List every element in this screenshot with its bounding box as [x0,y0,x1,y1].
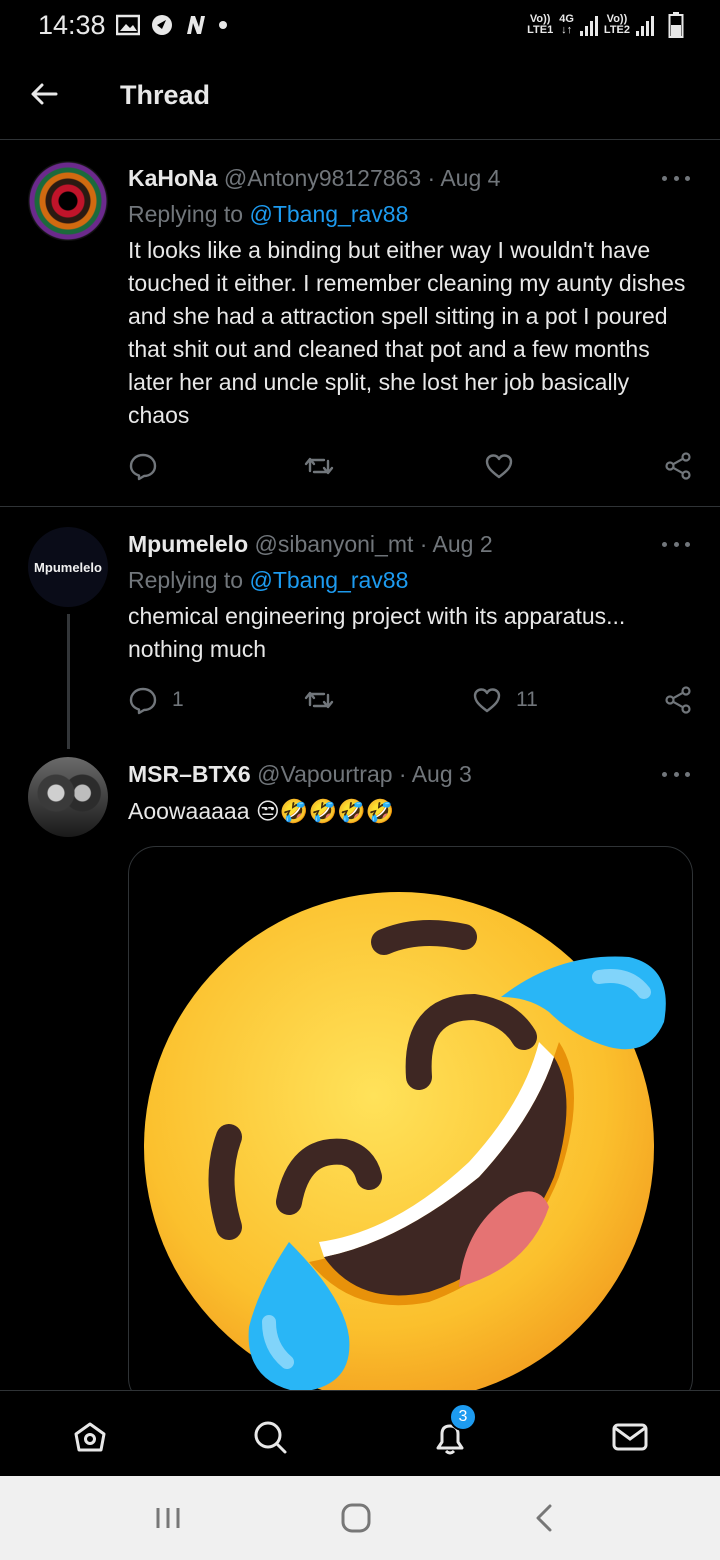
tweet-text: Aoowaaaaa 😒🤣🤣🤣🤣 [128,798,395,824]
status-time: 14:38 [38,10,106,40]
replying-to: Replying to @Tbang_rav88 [128,201,409,227]
like-button[interactable] [484,451,528,481]
tweet-media-image[interactable] [128,846,693,1406]
replying-handle-link[interactable]: @Tbang_rav88 [249,201,408,227]
messages-mail-icon[interactable] [610,1417,650,1457]
like-button[interactable]: 11 [472,685,538,715]
back-button-icon[interactable] [524,1498,564,1538]
author-line: MSR–BTX6 @Vapourtrap · Aug 3 [128,761,472,788]
recent-apps-icon[interactable] [148,1498,188,1538]
sim1-volte-icon: Vo)) LTE1 [527,13,554,36]
reply-button[interactable] [128,451,172,481]
heart-icon [473,688,501,713]
compass-icon [152,15,172,35]
battery-icon [668,12,684,38]
share-button[interactable] [663,451,693,481]
network-type-icon: 4G ↓↑ [559,13,574,36]
tweet-actions [128,451,693,487]
bottom-navigation [0,1390,720,1476]
tweet-text: It looks like a binding but either way I… [128,237,686,428]
more-options-button[interactable] [662,173,690,183]
thread-connector [67,614,70,749]
reply-button[interactable]: 1 [128,685,184,715]
system-navigation-bar [0,1476,720,1560]
reply-icon [129,453,157,481]
search-icon[interactable] [250,1417,290,1457]
more-options-button[interactable] [662,769,690,779]
n-app-icon [187,16,205,34]
more-options-button[interactable] [662,539,690,549]
like-count: 11 [516,688,538,711]
avatar-kahona[interactable] [28,161,108,241]
thread-header: Thread [0,52,720,140]
display-name[interactable]: MSR–BTX6 [128,761,251,787]
share-button[interactable] [663,685,693,715]
status-bar: 14:38 Vo)) LTE1 4G ↓↑ Vo)) LTE2 [0,0,720,52]
dot-icon [219,21,227,29]
replying-handle-link[interactable]: @Tbang_rav88 [249,567,408,593]
tweet-text: chemical engineering project with its ap… [128,603,626,662]
system-icons: Vo)) LTE1 4G ↓↑ Vo)) LTE2 [527,12,684,38]
handle-date: @sibanyoni_mt · Aug 2 [248,531,493,557]
notification-badge: 3 [449,1403,477,1431]
retweet-icon [304,457,334,475]
author-line: Mpumelelo @sibanyoni_mt · Aug 2 [128,531,493,558]
author-line: KaHoNa @Antony98127863 · Aug 4 [128,165,500,192]
sim2-volte-icon: Vo)) LTE2 [603,13,630,36]
display-name[interactable]: KaHoNa [128,165,217,191]
avatar-msr-btx6[interactable] [28,757,108,837]
home-icon[interactable] [70,1417,110,1457]
replying-to: Replying to @Tbang_rav88 [128,567,409,593]
retweet-icon [304,691,334,709]
share-icon [665,452,691,480]
handle-date: @Vapourtrap · Aug 3 [250,761,472,787]
tweet-actions: 1 11 [128,685,693,721]
display-name[interactable]: Mpumelelo [128,531,248,557]
tweet-mpumelelo[interactable]: Mpumelelo Mpumelelo @sibanyoni_mt · Aug … [0,507,720,750]
back-arrow-icon[interactable] [28,78,60,110]
notification-icons [116,13,228,37]
page-title: Thread [120,80,211,110]
reply-count: 1 [172,688,184,711]
retweet-button[interactable] [304,451,334,481]
avatar-mpumelelo[interactable]: Mpumelelo [28,527,108,607]
laughing-emoji-image [144,892,666,1402]
heart-icon [485,454,513,479]
tweet-kahona[interactable]: KaHoNa @Antony98127863 · Aug 4 Replying … [0,141,720,506]
retweet-button[interactable] [304,685,334,715]
handle-date: @Antony98127863 · Aug 4 [217,165,501,191]
reply-icon [129,687,157,715]
gallery-icon [116,14,140,36]
signal-bars-icon [579,14,598,36]
signal-bars-icon-2 [636,14,654,36]
share-icon [665,686,691,714]
home-button-icon[interactable] [336,1498,376,1538]
